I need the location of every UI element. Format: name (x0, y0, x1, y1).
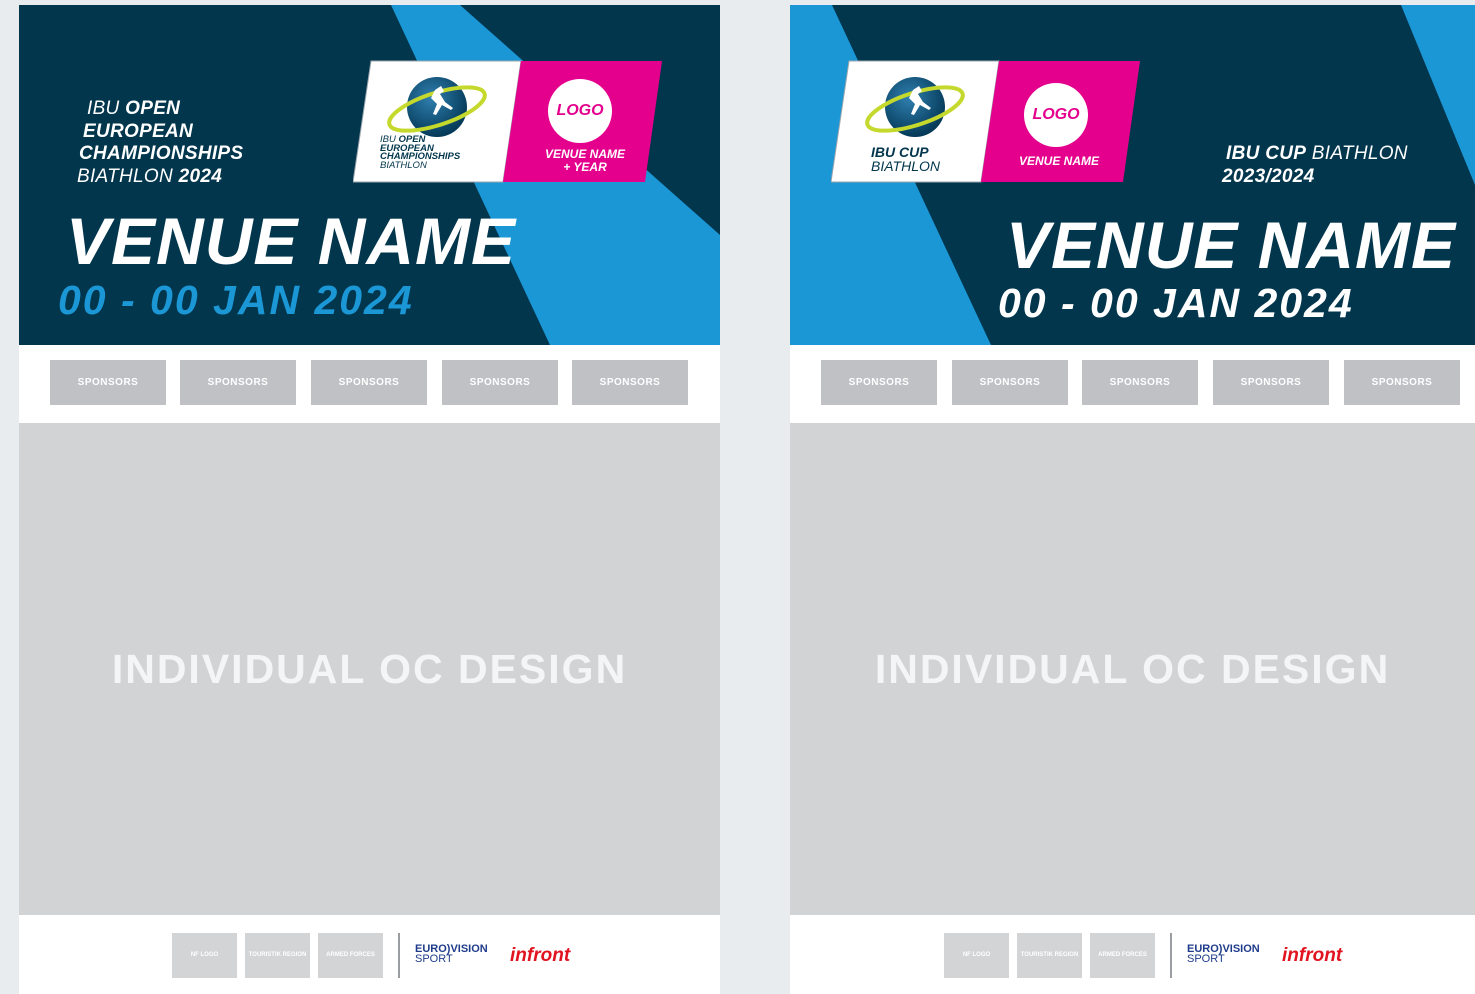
individual-oc-design-area: INDIVIDUAL OC DESIGN (19, 423, 720, 915)
footer-divider (398, 933, 400, 978)
sponsor-slot: SPONSORS (821, 360, 937, 405)
oc-design-placeholder-text: INDIVIDUAL OC DESIGN (874, 645, 1391, 692)
logo-placeholder-circle: LOGO (1024, 83, 1088, 147)
sponsor-slot: SPONSORS (1082, 360, 1198, 405)
event-dates: 00 - 00 JAN 2024 (58, 277, 414, 323)
eurovision-sport-logo: EURO)VISION SPORT (415, 943, 488, 965)
ibu-globe-logo-icon (865, 77, 965, 137)
nf-logo-placeholder: NF LOGO (172, 933, 237, 978)
armed-forces-placeholder: ARMED FORCES (1090, 933, 1155, 978)
sponsor-slot: SPONSORS (442, 360, 558, 405)
sponsor-slot: SPONSORS (952, 360, 1068, 405)
logo-placeholder-circle: LOGO (548, 79, 612, 143)
event-logo-card: IBU CUP BIATHLON LOGO VENUE NAME (831, 60, 1142, 183)
sponsor-row: SPONSORS SPONSORS SPONSORS SPONSORS SPON… (821, 360, 1461, 405)
footer-divider (1170, 933, 1172, 978)
individual-oc-design-area: INDIVIDUAL OC DESIGN (790, 423, 1475, 915)
footer-partners: NF LOGO TOURISTIK REGION ARMED FORCES EU… (944, 933, 1364, 978)
poster-open-european-championships: IBU OPEN EUROPEAN CHAMPIONSHIPS BIATHLON… (19, 5, 720, 994)
infront-logo: infront (510, 945, 571, 966)
sponsor-slot: SPONSORS (1344, 360, 1460, 405)
sponsor-row: SPONSORS SPONSORS SPONSORS SPONSORS SPON… (50, 360, 690, 405)
oc-design-placeholder-text: INDIVIDUAL OC DESIGN (111, 645, 628, 692)
eurovision-sport-logo: EURO)VISION SPORT (1187, 943, 1260, 965)
footer-partners: NF LOGO TOURISTIK REGION ARMED FORCES EU… (172, 933, 592, 978)
venue-name-headline: VENUE NAME (1006, 208, 1457, 282)
event-title: IBU OPEN EUROPEAN CHAMPIONSHIPS BIATHLON… (77, 98, 244, 187)
event-dates: 00 - 00 JAN 2024 (998, 280, 1354, 326)
logo-card-event-text: IBU OPEN EUROPEAN CHAMPIONSHIPS BIATHLON (380, 134, 461, 171)
armed-forces-placeholder: ARMED FORCES (318, 933, 383, 978)
logo-card-venue-text: VENUE NAME (1018, 154, 1099, 168)
poster-header: IBU CUP BIATHLON LOGO VENUE NAME IBU CUP… (790, 5, 1475, 345)
touristik-region-placeholder: TOURISTIK REGION (1017, 933, 1082, 978)
sponsor-slot: SPONSORS (50, 360, 166, 405)
sponsor-slot: SPONSORS (1213, 360, 1329, 405)
sponsor-slot: SPONSORS (180, 360, 296, 405)
venue-name-headline: VENUE NAME (66, 204, 517, 278)
logo-card-venue-text: VENUE NAME + YEAR (544, 147, 625, 174)
sponsor-slot: SPONSORS (572, 360, 688, 405)
infront-logo: infront (1282, 945, 1343, 966)
poster-ibu-cup: IBU CUP BIATHLON LOGO VENUE NAME IBU CUP… (790, 5, 1475, 994)
nf-logo-placeholder: NF LOGO (944, 933, 1009, 978)
touristik-region-placeholder: TOURISTIK REGION (245, 933, 310, 978)
logo-card-event-text: IBU CUP BIATHLON (871, 144, 940, 174)
poster-header: IBU OPEN EUROPEAN CHAMPIONSHIPS BIATHLON… (19, 5, 720, 345)
sponsor-slot: SPONSORS (311, 360, 427, 405)
event-title: IBU CUP BIATHLON 2023/2024 (1222, 143, 1408, 187)
event-logo-card: IBU OPEN EUROPEAN CHAMPIONSHIPS BIATHLON… (353, 60, 664, 183)
